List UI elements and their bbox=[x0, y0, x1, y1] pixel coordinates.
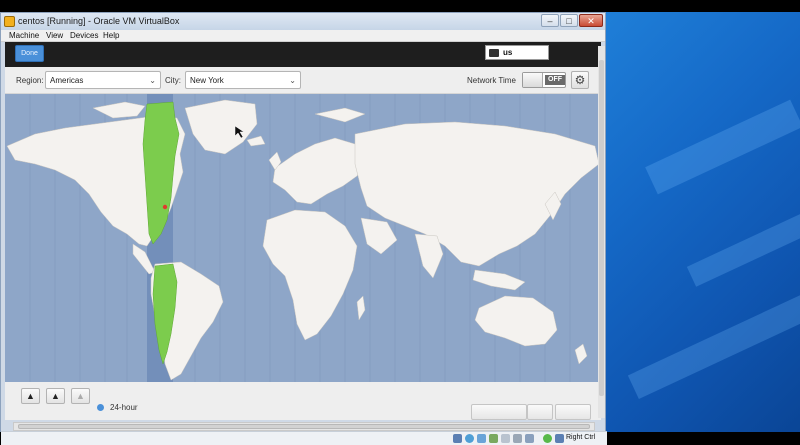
time-format-label[interactable]: 24-hour bbox=[110, 403, 138, 412]
optical-drive-icon[interactable] bbox=[465, 434, 474, 443]
hard-disk-icon[interactable] bbox=[453, 434, 462, 443]
gear-icon[interactable]: ⚙ bbox=[571, 71, 589, 89]
guest-header: Done us bbox=[5, 42, 601, 67]
chevron-down-icon: ⌄ bbox=[289, 76, 296, 85]
toggle-knob bbox=[523, 73, 543, 87]
region-value: Americas bbox=[50, 76, 84, 85]
toggle-state: OFF bbox=[545, 75, 565, 85]
keyboard-capture-icon[interactable] bbox=[555, 434, 564, 443]
window-titlebar[interactable]: centos [Running] - Oracle VM VirtualBox … bbox=[1, 13, 605, 30]
menu-machine[interactable]: Machine bbox=[9, 31, 39, 40]
done-button[interactable]: Done bbox=[15, 45, 44, 62]
statusbar: Right Ctrl bbox=[1, 431, 607, 445]
vertical-scrollbar[interactable] bbox=[598, 46, 605, 418]
keyboard-layout-indicator[interactable]: us bbox=[485, 45, 549, 60]
date-field[interactable] bbox=[471, 404, 527, 420]
menubar: Machine View Devices Help bbox=[1, 30, 605, 42]
horizontal-scrollbar[interactable] bbox=[13, 422, 595, 431]
menu-devices[interactable]: Devices bbox=[70, 31, 98, 40]
video-capture-icon[interactable] bbox=[525, 434, 534, 443]
minimize-button[interactable]: – bbox=[541, 14, 559, 27]
shared-folder-icon[interactable] bbox=[501, 434, 510, 443]
chevron-down-icon: ⌄ bbox=[149, 76, 156, 85]
city-label: City: bbox=[165, 76, 181, 85]
mouse-integration-icon[interactable] bbox=[543, 434, 552, 443]
close-button[interactable]: ✕ bbox=[579, 14, 603, 27]
usb-icon[interactable] bbox=[477, 434, 486, 443]
network-time-label: Network Time bbox=[467, 76, 516, 85]
region-label: Region: bbox=[16, 76, 44, 85]
virtualbox-app-icon bbox=[4, 16, 15, 27]
info-icon bbox=[97, 404, 104, 411]
city-location-marker bbox=[162, 204, 168, 210]
network-icon[interactable] bbox=[489, 434, 498, 443]
scrollbar-thumb[interactable] bbox=[599, 60, 604, 396]
ampm-up-button[interactable]: ▲ bbox=[71, 388, 90, 404]
day-field[interactable] bbox=[527, 404, 553, 420]
maximize-button[interactable]: □ bbox=[560, 14, 578, 27]
menu-view[interactable]: View bbox=[46, 31, 63, 40]
display-icon[interactable] bbox=[513, 434, 522, 443]
keyboard-layout-text: us bbox=[503, 48, 513, 57]
hour-up-button[interactable]: ▲ bbox=[21, 388, 40, 404]
time-controls: ▲ ▲ ▲ 24-hour bbox=[5, 382, 601, 420]
network-time-toggle[interactable]: OFF bbox=[522, 72, 566, 88]
region-select[interactable]: Americas ⌄ bbox=[45, 71, 161, 89]
minute-up-button[interactable]: ▲ bbox=[46, 388, 65, 404]
screen: centos [Running] - Oracle VM VirtualBox … bbox=[0, 0, 800, 445]
scrollbar-thumb[interactable] bbox=[18, 424, 590, 429]
window-title: centos [Running] - Oracle VM VirtualBox bbox=[18, 16, 180, 26]
timezone-world-map[interactable] bbox=[5, 94, 601, 382]
city-select[interactable]: New York ⌄ bbox=[185, 71, 301, 89]
host-key-label: Right Ctrl bbox=[566, 434, 596, 441]
menu-help[interactable]: Help bbox=[103, 31, 119, 40]
keyboard-icon bbox=[489, 49, 499, 57]
city-value: New York bbox=[190, 76, 224, 85]
guest-screen: Done us Region: Americas ⌄ City: New Yor… bbox=[5, 42, 601, 420]
virtualbox-window: centos [Running] - Oracle VM VirtualBox … bbox=[0, 12, 607, 445]
windows-desktop bbox=[604, 12, 800, 432]
year-field[interactable] bbox=[555, 404, 591, 420]
timezone-toolbar: Region: Americas ⌄ City: New York ⌄ Netw… bbox=[5, 67, 601, 94]
